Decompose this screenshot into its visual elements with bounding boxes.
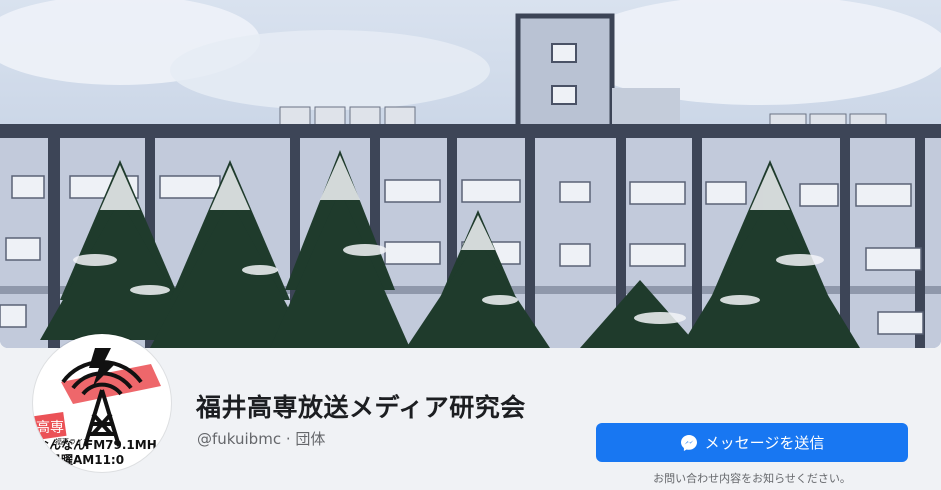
message-hint: お問い合わせ内容をお知らせください。 — [653, 472, 851, 485]
profile-avatar[interactable]: 高専 福高ライブ なんなんFM79.1MH 日曜AM11:0 — [33, 334, 171, 472]
avatar-line1: なんなんFM79.1MH — [37, 438, 157, 452]
avatar-line2: 日曜AM11:0 — [49, 453, 125, 467]
send-message-label: メッセージを送信 — [704, 434, 825, 452]
page-category[interactable]: 団体 — [295, 430, 325, 448]
subtitle-separator: · — [281, 430, 296, 448]
page-handle[interactable]: @fukuibmc — [197, 430, 281, 448]
page-title: 福井高専放送メディア研究会 — [196, 393, 526, 422]
page-subtitle: @fukuibmc · 団体 — [197, 428, 325, 449]
send-message-button[interactable]: メッセージを送信 — [596, 423, 908, 462]
messenger-icon — [680, 434, 698, 452]
avatar-kanji-text: 高専 — [36, 419, 64, 436]
cover-building-image — [0, 0, 941, 348]
cover-photo[interactable] — [0, 0, 941, 348]
avatar-text-block: なんなんFM79.1MH 日曜AM11:0 — [37, 438, 171, 468]
